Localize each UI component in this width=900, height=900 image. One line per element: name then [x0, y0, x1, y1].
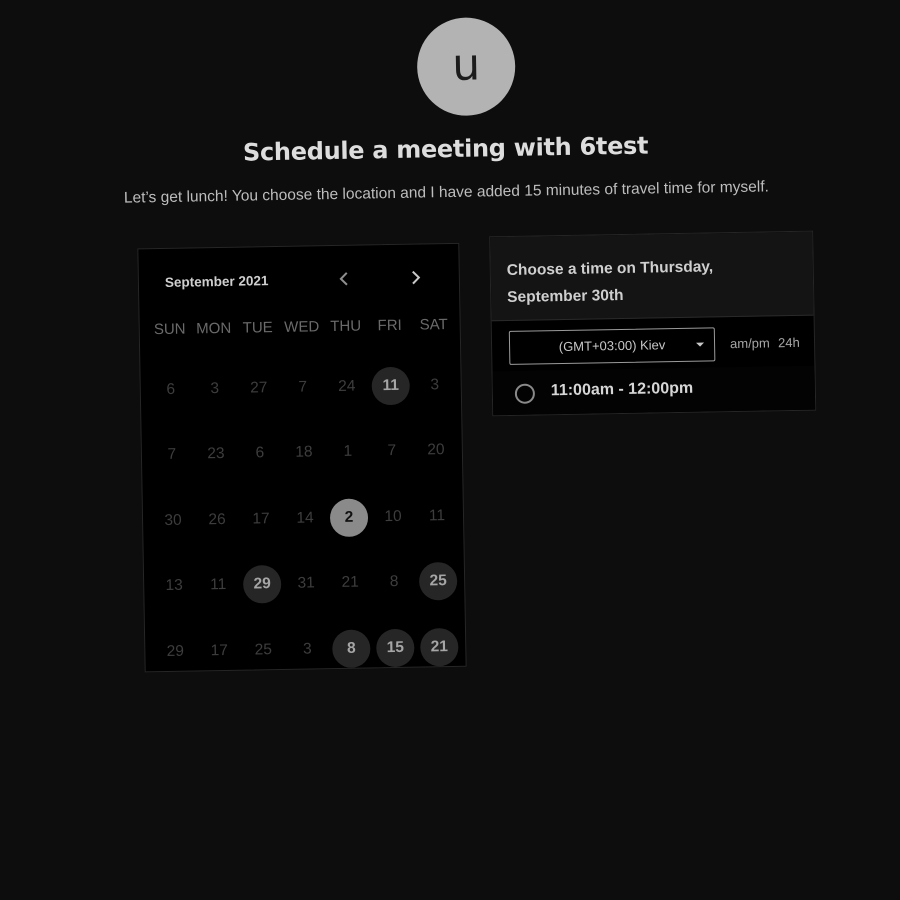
previous-month-button[interactable] [331, 266, 357, 292]
calendar-day-number: 3 [210, 379, 220, 397]
calendar-day-disabled: 1 [325, 419, 370, 485]
calendar-day-disabled: 11 [414, 483, 459, 549]
calendar-day-disabled: 18 [281, 420, 326, 486]
calendar-day-disabled: 8 [372, 549, 417, 615]
chevron-right-icon [412, 270, 421, 285]
weekday-label: FRI [377, 316, 402, 335]
calendar-day-disabled: 23 [193, 421, 238, 487]
meeting-description: Let’s get lunch! You choose the location… [123, 178, 770, 207]
calendar-day-disabled: 21 [328, 550, 373, 616]
calendar-day-number: 14 [296, 509, 314, 527]
calendar-day-number: 26 [208, 510, 226, 528]
calendar-day-disabled: 25 [241, 617, 286, 683]
calendar-day-available[interactable]: 29 [240, 551, 285, 617]
calendar-day-disabled: 17 [238, 486, 283, 552]
calendar-day-disabled: 30 [150, 487, 195, 553]
calendar-day-disabled: 29 [153, 618, 198, 684]
calendar-day-selected[interactable]: 2 [326, 484, 371, 550]
time-slot-option[interactable]: 11:00am - 12:00pm [492, 365, 816, 416]
weekday-header: SUN MON TUE WED THU FRI SAT [148, 316, 456, 338]
calendar-day-number: 7 [298, 378, 308, 396]
time-panel-heading: Choose a time on Thursday, September 30t… [490, 231, 814, 322]
next-month-button[interactable] [403, 264, 429, 290]
weekday-label: WED [284, 318, 320, 336]
calendar-day-number: 17 [210, 641, 229, 659]
calendar-day-disabled: 13 [152, 553, 197, 619]
calendar-day-number: 10 [384, 507, 402, 525]
weekday-label: THU [330, 317, 362, 336]
calendar-day-available[interactable]: 21 [417, 614, 462, 680]
timezone-select[interactable]: (GMT+03:00) Kiev [508, 327, 716, 365]
calendar-day-number: 11 [428, 506, 446, 525]
date-picker-calendar: September 2021 SUN MON TUE WED THU FRI S… [137, 242, 467, 673]
calendar-day-number: 3 [302, 640, 312, 658]
calendar-day-disabled: 3 [285, 616, 330, 682]
calendar-days-grid: 6 3 27 7 24 11 3 7 23 6 18 1 7 20 30 26 17 14 2 10 11 13 11 29 3… [148, 352, 462, 685]
calendar-day-number: 2 [329, 498, 369, 537]
format-24h-toggle[interactable]: 24h [778, 335, 800, 350]
calendar-day-disabled: 26 [194, 487, 239, 553]
calendar-day-number: 17 [252, 509, 270, 528]
calendar-day-disabled: 3 [192, 356, 237, 422]
calendar-day-disabled: 3 [412, 352, 457, 418]
calendar-day-available[interactable]: 11 [368, 353, 413, 419]
calendar-day-number: 23 [207, 445, 225, 463]
calendar-day-disabled: 31 [284, 551, 329, 617]
calendar-day-number: 8 [331, 629, 371, 668]
calendar-day-disabled: 17 [197, 618, 242, 684]
calendar-day-number: 20 [427, 441, 445, 459]
weekday-label: TUE [242, 319, 273, 337]
calendar-day-number: 18 [295, 443, 313, 461]
weekday-label: MON [196, 319, 232, 338]
calendar-day-number: 7 [387, 442, 397, 460]
calendar-day-number: 1 [343, 442, 353, 461]
radio-button-icon[interactable] [514, 383, 536, 404]
calendar-day-number: 13 [165, 576, 183, 595]
caret-down-icon [696, 342, 705, 347]
calendar-day-number: 25 [254, 640, 273, 659]
calendar-day-number: 6 [255, 444, 265, 462]
calendar-day-number: 25 [418, 562, 458, 601]
format-ampm-toggle[interactable]: am/pm [730, 335, 770, 351]
calendar-day-number: 29 [166, 642, 185, 660]
calendar-day-number: 29 [242, 565, 282, 604]
time-slot-label: 11:00am - 12:00pm [550, 379, 694, 400]
calendar-day-number: 24 [337, 377, 356, 395]
calendar-day-number: 6 [166, 380, 176, 398]
calendar-day-disabled: 11 [196, 552, 241, 618]
avatar: u [416, 16, 517, 117]
calendar-day-number: 7 [167, 446, 177, 464]
calendar-day-number: 11 [371, 366, 411, 406]
calendar-day-number: 30 [164, 511, 182, 529]
weekday-label: SAT [419, 316, 448, 334]
chevron-left-icon [339, 272, 348, 286]
calendar-day-disabled: 6 [148, 356, 193, 422]
timezone-value: (GMT+03:00) Kiev [558, 337, 666, 355]
calendar-day-disabled: 24 [324, 353, 369, 419]
page-title: Schedule a meeting with 6test [242, 131, 649, 167]
calendar-month-label: September 2021 [164, 273, 269, 290]
calendar-day-disabled: 27 [236, 355, 281, 421]
calendar-day-number: 31 [297, 574, 315, 592]
calendar-day-disabled: 7 [149, 422, 194, 488]
calendar-day-disabled: 20 [413, 417, 458, 483]
page: u Schedule a meeting with 6test Let’s ge… [0, 0, 900, 900]
calendar-day-available[interactable]: 15 [373, 615, 418, 681]
calendar-day-disabled: 6 [237, 420, 282, 486]
calendar-day-available[interactable]: 8 [329, 615, 374, 681]
calendar-day-number: 21 [341, 573, 359, 592]
weekday-label: SUN [153, 320, 186, 339]
calendar-day-number: 11 [209, 576, 227, 594]
calendar-day-disabled: 10 [370, 484, 415, 550]
calendar-day-disabled: 14 [282, 485, 327, 551]
calendar-day-number: 3 [430, 375, 440, 394]
calendar-day-number: 21 [419, 627, 459, 667]
calendar-day-available[interactable]: 25 [416, 548, 461, 614]
time-slot-panel: Choose a time on Thursday, September 30t… [489, 230, 817, 417]
calendar-day-disabled: 7 [280, 354, 325, 420]
calendar-day-disabled: 7 [369, 418, 414, 484]
calendar-day-number: 27 [249, 378, 268, 397]
calendar-day-number: 8 [389, 573, 399, 591]
calendar-day-number: 15 [375, 628, 415, 668]
